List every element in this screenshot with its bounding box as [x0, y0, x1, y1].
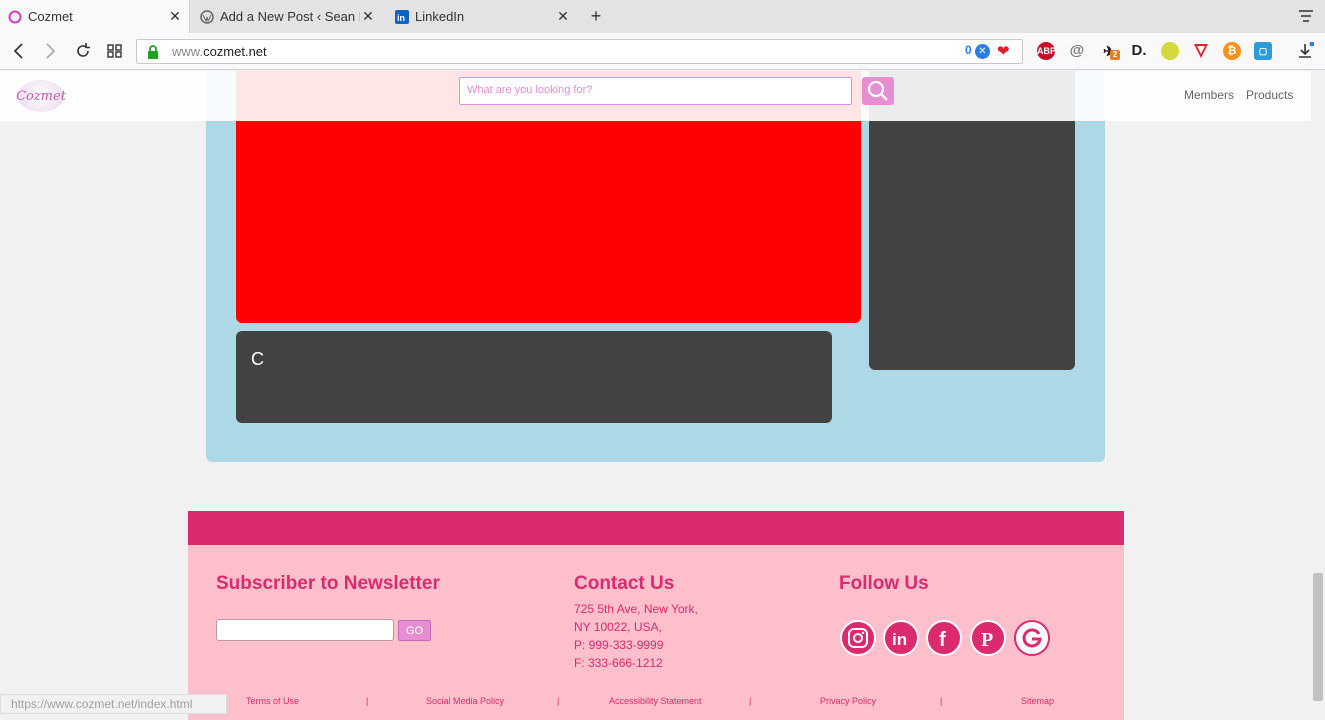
back-icon[interactable]: [9, 41, 29, 61]
footer-separator: |: [557, 696, 560, 706]
wallet-icon[interactable]: [1161, 42, 1179, 60]
linkedin-icon[interactable]: in: [883, 620, 919, 656]
abp-icon[interactable]: ABP: [1037, 42, 1056, 60]
new-tab-icon[interactable]: +: [586, 7, 606, 27]
footer-link-sitemap[interactable]: Sitemap: [1021, 696, 1054, 706]
tab-list-menu-icon[interactable]: [1298, 8, 1314, 24]
browser-chrome: Cozmet ✕ Add a New Post ‹ Sean Ke ✕ in L…: [0, 0, 1325, 70]
content-card: C: [236, 331, 832, 423]
svg-text:in: in: [397, 13, 405, 23]
tab-label: Add a New Post ‹ Sean Ke: [220, 9, 360, 24]
linkedin-favicon-icon: in: [395, 9, 409, 24]
tab-label: LinkedIn: [415, 9, 465, 24]
address-line2: NY 10022, USA,: [574, 620, 662, 634]
footer-top-bar: [188, 511, 1124, 545]
google-icon[interactable]: [1014, 620, 1050, 656]
close-tab-icon[interactable]: ✕: [360, 8, 376, 24]
card-letter: C: [251, 349, 264, 369]
scrollbar-thumb[interactable]: [1313, 573, 1323, 701]
rocket-icon[interactable]: ✈ 2: [1100, 42, 1120, 60]
nav-members[interactable]: Members: [1184, 88, 1234, 102]
pinterest-icon[interactable]: P: [970, 620, 1006, 656]
heart-icon[interactable]: ❤: [997, 42, 1010, 60]
tracker-count: 0: [965, 43, 972, 57]
nav-products[interactable]: Products: [1246, 88, 1293, 102]
newsletter-title: Subscriber to Newsletter: [216, 573, 440, 594]
site-header: Cozmet What are you looking for? Members…: [0, 71, 1311, 121]
close-tab-icon[interactable]: ✕: [167, 8, 183, 24]
fax-number: F: 333-666-1212: [574, 656, 663, 670]
d-icon[interactable]: D.: [1130, 42, 1148, 60]
address-line1: 725 5th Ave, New York,: [574, 602, 698, 616]
footer-separator: |: [366, 696, 369, 706]
tab-linkedin[interactable]: in LinkedIn ✕: [387, 0, 577, 33]
cozmet-favicon-icon: [8, 10, 22, 24]
footer-separator: |: [749, 696, 752, 706]
newsletter-email-input[interactable]: [216, 619, 394, 641]
search-input[interactable]: What are you looking for?: [459, 77, 852, 105]
close-tab-icon[interactable]: ✕: [555, 8, 571, 24]
phone-number: P: 999-333-9999: [574, 638, 664, 652]
svg-text:P: P: [981, 629, 993, 649]
cozmet-logo[interactable]: Cozmet: [16, 80, 66, 112]
bitcoin-icon[interactable]: ₿: [1223, 42, 1241, 60]
tab-add-post[interactable]: Add a New Post ‹ Sean Ke ✕: [192, 0, 382, 33]
footer-link-social-policy[interactable]: Social Media Policy: [426, 696, 504, 706]
shield-icon[interactable]: [1192, 42, 1210, 60]
address-bar[interactable]: www.cozmet.net 0 ✕ ❤: [136, 39, 1023, 64]
footer-link-terms[interactable]: Terms of Use: [246, 696, 299, 706]
tab-bar: Cozmet ✕ Add a New Post ‹ Sean Ke ✕ in L…: [0, 0, 1325, 33]
facebook-icon[interactable]: f: [926, 620, 962, 656]
speed-dial-icon[interactable]: [105, 41, 125, 61]
contact-title: Contact Us: [574, 573, 675, 594]
lock-icon: [147, 45, 159, 59]
svg-text:f: f: [939, 629, 946, 649]
footer: Subscriber to Newsletter GO Contact Us 7…: [188, 545, 1124, 720]
search-icon: [867, 80, 888, 101]
reload-icon[interactable]: [73, 41, 93, 61]
wordpress-favicon-icon: [200, 9, 214, 24]
forward-icon[interactable]: [40, 41, 60, 61]
download-icon[interactable]: [1296, 41, 1315, 60]
tracker-blocker-icon[interactable]: ✕: [975, 44, 990, 59]
newsletter-go-button[interactable]: GO: [398, 620, 431, 641]
search-button[interactable]: [862, 77, 894, 105]
follow-title: Follow Us: [839, 573, 929, 594]
footer-link-privacy[interactable]: Privacy Policy: [820, 696, 876, 706]
url-text: www.cozmet.net: [172, 44, 267, 59]
tab-cozmet[interactable]: Cozmet ✕: [0, 0, 190, 33]
instagram-icon[interactable]: [840, 620, 876, 656]
box-icon[interactable]: ▢: [1254, 42, 1272, 60]
svg-text:in: in: [892, 630, 907, 649]
status-url-overlay: https://www.cozmet.net/index.html: [0, 694, 227, 714]
footer-separator: |: [940, 696, 943, 706]
at-icon[interactable]: @: [1068, 42, 1086, 60]
footer-link-accessibility[interactable]: Accessibility Statement: [609, 696, 702, 706]
tab-label: Cozmet: [28, 9, 73, 24]
